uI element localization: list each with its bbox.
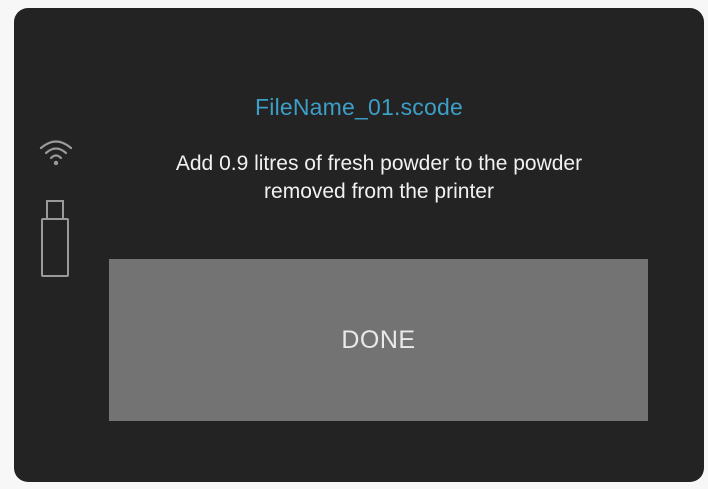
- instruction-message: Add 0.9 litres of fresh powder to the po…: [175, 152, 583, 203]
- done-button[interactable]: DONE: [109, 259, 648, 421]
- usb-drive-icon: [41, 200, 69, 277]
- file-name-label: FileName_01.scode: [255, 94, 463, 120]
- printer-screen: FileName_01.scode Add 0.9 litres of fres…: [14, 8, 704, 482]
- device-frame: FileName_01.scode Add 0.9 litres of fres…: [0, 0, 708, 489]
- wifi-icon: [39, 140, 73, 166]
- status-indicators: [36, 136, 76, 286]
